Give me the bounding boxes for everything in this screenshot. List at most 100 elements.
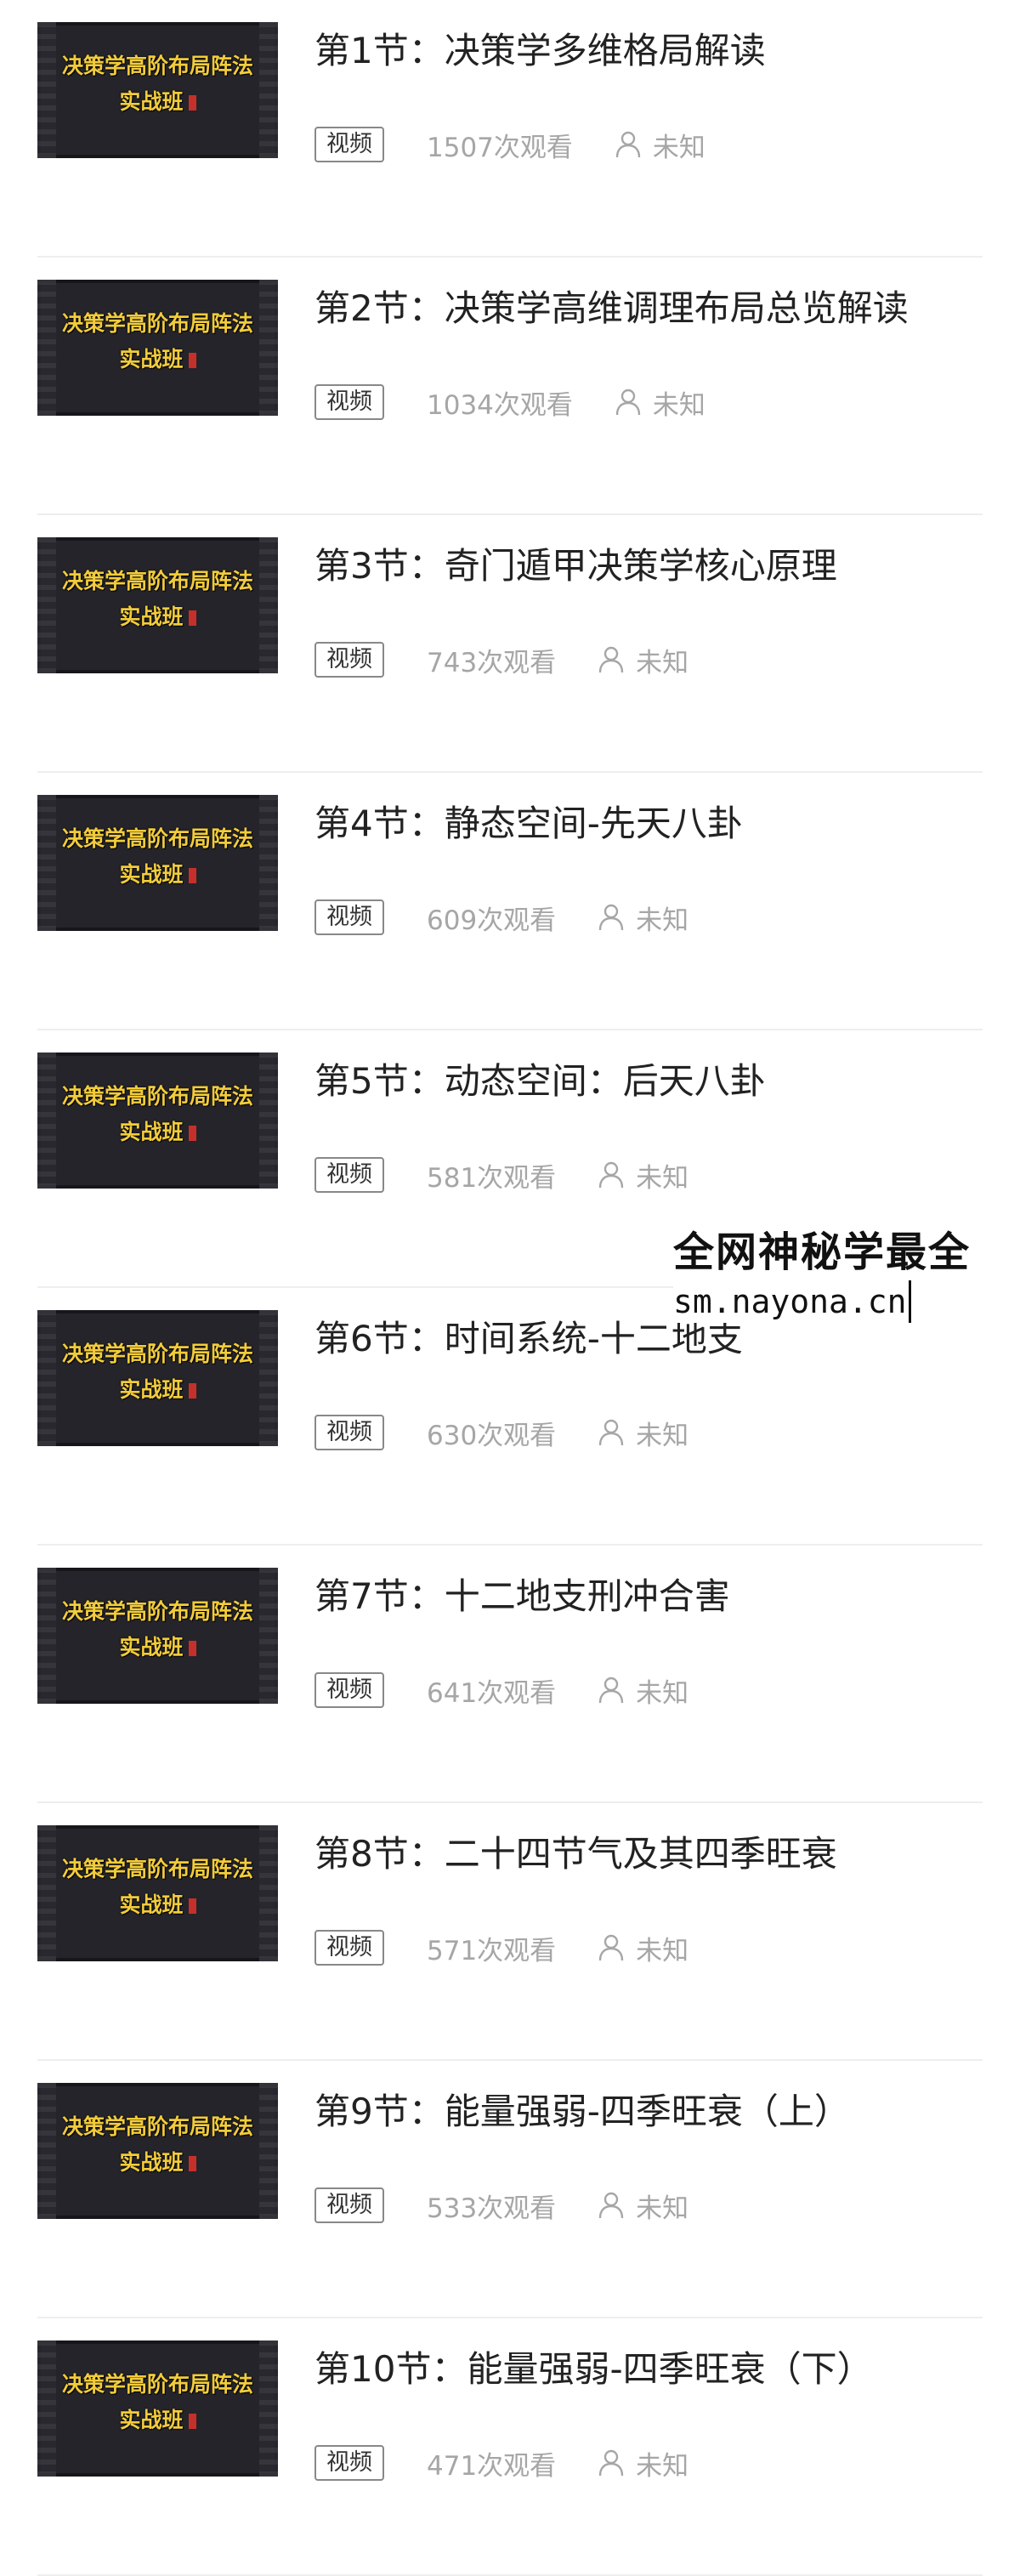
seal-icon <box>188 868 196 883</box>
type-badge: 视频 <box>314 899 384 935</box>
user-icon <box>615 389 641 416</box>
user-icon <box>598 2192 624 2219</box>
thumbnail-subtitle: 实战班 <box>37 343 278 373</box>
lesson-thumbnail[interactable]: 决策学高阶布局阵法 实战班 <box>37 1568 278 1704</box>
type-badge: 视频 <box>314 127 384 162</box>
thumbnail-subtitle: 实战班 <box>37 1115 278 1146</box>
user-icon <box>598 1934 624 1961</box>
author-info: 未知 <box>598 2444 688 2482</box>
thumbnail-title: 决策学高阶布局阵法 <box>61 1857 253 1881</box>
seal-icon <box>188 353 196 368</box>
lesson-title[interactable]: 第8节：二十四节气及其四季旺衰 <box>314 1825 837 1877</box>
lesson-thumbnail[interactable]: 决策学高阶布局阵法 实战班 <box>37 1053 278 1189</box>
author-name: 未知 <box>652 132 706 163</box>
thumbnail-title: 决策学高阶布局阵法 <box>61 826 253 851</box>
lesson-thumbnail[interactable]: 决策学高阶布局阵法 实战班 <box>37 1310 278 1446</box>
list-item[interactable]: 决策学高阶布局阵法 实战班 第6节：时间系统-十二地支 视频 630次观看 未知 <box>37 1288 983 1546</box>
type-badge: 视频 <box>314 2187 384 2223</box>
lesson-title[interactable]: 第10节：能量强弱-四季旺衰（下） <box>314 2341 873 2392</box>
author-name: 未知 <box>636 1677 689 1709</box>
view-count: 641次观看 <box>427 1677 557 1709</box>
thumbnail-title: 决策学高阶布局阵法 <box>61 1342 253 1366</box>
thumbnail-title: 决策学高阶布局阵法 <box>61 1084 253 1109</box>
user-icon <box>598 2449 624 2477</box>
view-count: 743次观看 <box>427 647 557 678</box>
author-name: 未知 <box>636 1420 689 1451</box>
type-badge: 视频 <box>314 2445 384 2481</box>
thumbnail-subtitle: 实战班 <box>37 85 278 116</box>
lesson-meta: 视频 581次观看 未知 <box>314 1156 688 1194</box>
lesson-thumbnail[interactable]: 决策学高阶布局阵法 实战班 <box>37 280 278 416</box>
thumbnail-title: 决策学高阶布局阵法 <box>61 569 253 593</box>
thumbnail-title: 决策学高阶布局阵法 <box>61 54 253 78</box>
user-icon <box>598 1419 624 1446</box>
lesson-thumbnail[interactable]: 决策学高阶布局阵法 实战班 <box>37 795 278 931</box>
type-badge: 视频 <box>314 642 384 678</box>
lesson-title[interactable]: 第3节：奇门遁甲决策学核心原理 <box>314 537 837 589</box>
watermark-url: sm.nayona.cn <box>673 1280 911 1323</box>
lesson-title[interactable]: 第5节：动态空间：后天八卦 <box>314 1053 766 1104</box>
thumbnail-title: 决策学高阶布局阵法 <box>61 311 253 336</box>
list-item[interactable]: 决策学高阶布局阵法 实战班 第2节：决策学高维调理布局总览解读 视频 1034次… <box>37 258 983 515</box>
lesson-meta: 视频 743次观看 未知 <box>314 641 688 678</box>
user-icon <box>598 646 624 673</box>
author-info: 未知 <box>615 126 706 164</box>
type-badge: 视频 <box>314 1672 384 1708</box>
thumbnail-subtitle: 实战班 <box>37 2403 278 2434</box>
list-item[interactable]: 决策学高阶布局阵法 实战班 第3节：奇门遁甲决策学核心原理 视频 743次观看 … <box>37 515 983 773</box>
author-name: 未知 <box>636 647 689 678</box>
seal-icon <box>188 1641 196 1656</box>
list-item[interactable]: 决策学高阶布局阵法 实战班 第10节：能量强弱-四季旺衰（下） 视频 471次观… <box>37 2318 983 2576</box>
author-info: 未知 <box>598 1671 688 1710</box>
lesson-meta: 视频 533次观看 未知 <box>314 2187 688 2224</box>
view-count: 630次观看 <box>427 1420 557 1451</box>
view-count: 471次观看 <box>427 2450 557 2482</box>
lesson-title[interactable]: 第2节：决策学高维调理布局总览解读 <box>314 280 909 332</box>
watermark-overlay: 全网神秘学最全 sm.nayona.cn <box>673 1224 1020 1323</box>
author-name: 未知 <box>636 2450 689 2482</box>
list-item[interactable]: 决策学高阶布局阵法 实战班 第9节：能量强弱-四季旺衰（上） 视频 533次观看… <box>37 2061 983 2318</box>
thumbnail-subtitle: 实战班 <box>37 1373 278 1404</box>
lesson-thumbnail[interactable]: 决策学高阶布局阵法 实战班 <box>37 537 278 673</box>
lesson-title[interactable]: 第1节：决策学多维格局解读 <box>314 22 766 74</box>
thumbnail-title: 决策学高阶布局阵法 <box>61 2372 253 2397</box>
author-info: 未知 <box>615 383 706 422</box>
thumbnail-title: 决策学高阶布局阵法 <box>61 1599 253 1624</box>
list-item[interactable]: 决策学高阶布局阵法 实战班 第7节：十二地支刑冲合害 视频 641次观看 未知 <box>37 1546 983 1803</box>
seal-icon <box>188 95 196 111</box>
view-count: 1034次观看 <box>427 389 573 421</box>
lesson-title[interactable]: 第7节：十二地支刑冲合害 <box>314 1568 730 1620</box>
type-badge: 视频 <box>314 384 384 420</box>
list-item[interactable]: 决策学高阶布局阵法 实战班 第1节：决策学多维格局解读 视频 1507次观看 未… <box>37 0 983 258</box>
view-count: 571次观看 <box>427 1935 557 1966</box>
lesson-thumbnail[interactable]: 决策学高阶布局阵法 实战班 <box>37 2341 278 2477</box>
user-icon <box>598 904 624 931</box>
lesson-meta: 视频 630次观看 未知 <box>314 1414 688 1451</box>
author-name: 未知 <box>652 389 706 421</box>
seal-icon <box>188 2414 196 2429</box>
list-item[interactable]: 决策学高阶布局阵法 实战班 第8节：二十四节气及其四季旺衰 视频 571次观看 … <box>37 1803 983 2061</box>
user-icon <box>598 1161 624 1189</box>
author-info: 未知 <box>598 1929 688 1967</box>
list-item[interactable]: 决策学高阶布局阵法 实战班 第4节：静态空间-先天八卦 视频 609次观看 未知 <box>37 773 983 1030</box>
lesson-meta: 视频 471次观看 未知 <box>314 2444 688 2482</box>
thumbnail-subtitle: 实战班 <box>37 1888 278 1919</box>
thumbnail-subtitle: 实战班 <box>37 1631 278 1661</box>
seal-icon <box>188 2156 196 2171</box>
author-info: 未知 <box>598 1414 688 1452</box>
thumbnail-subtitle: 实战班 <box>37 858 278 888</box>
author-name: 未知 <box>636 905 689 936</box>
author-info: 未知 <box>598 1156 688 1194</box>
lesson-thumbnail[interactable]: 决策学高阶布局阵法 实战班 <box>37 1825 278 1961</box>
view-count: 581次观看 <box>427 1162 557 1194</box>
lesson-title[interactable]: 第9节：能量强弱-四季旺衰（上） <box>314 2083 850 2135</box>
lesson-title[interactable]: 第4节：静态空间-先天八卦 <box>314 795 743 847</box>
user-icon <box>615 131 641 158</box>
thumbnail-title: 决策学高阶布局阵法 <box>61 2114 253 2139</box>
lesson-thumbnail[interactable]: 决策学高阶布局阵法 实战班 <box>37 22 278 158</box>
view-count: 609次观看 <box>427 905 557 936</box>
lesson-meta: 视频 1507次观看 未知 <box>314 126 706 163</box>
type-badge: 视频 <box>314 1415 384 1450</box>
lesson-thumbnail[interactable]: 决策学高阶布局阵法 实战班 <box>37 2083 278 2219</box>
type-badge: 视频 <box>314 1930 384 1966</box>
